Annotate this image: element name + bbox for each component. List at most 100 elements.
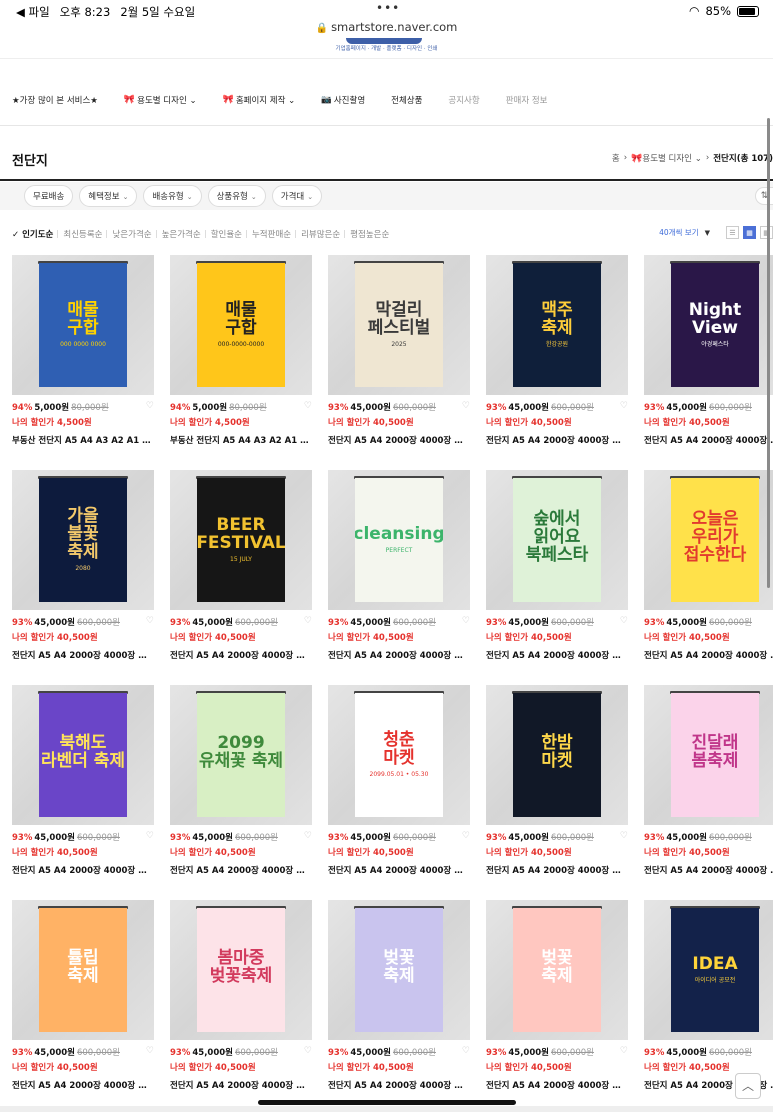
nav-item-popular[interactable]: ★가장 많이 본 서비스★ <box>12 94 98 106</box>
product-thumbnail[interactable]: 매물 구합 000 0000 0000 <box>12 255 154 395</box>
product-thumbnail[interactable]: 한밤 마켓 <box>486 685 628 825</box>
heart-icon[interactable]: ♡ <box>462 616 470 626</box>
sort-rating[interactable]: 평점높은순 <box>344 228 394 240</box>
heart-icon[interactable]: ♡ <box>462 1046 470 1056</box>
product-thumbnail[interactable]: 숲에서 읽어요 북페스타 <box>486 470 628 610</box>
heart-icon[interactable]: ♡ <box>146 1046 154 1056</box>
product-thumbnail[interactable]: 가을 불꽃 축제 2080 <box>12 470 154 610</box>
product-card[interactable]: 2099 유채꽃 축제 93% 45,000원 600,000원 ♡ 나의 할인가 40,… <box>170 685 312 876</box>
filter-settings-icon[interactable]: ⇅ <box>755 187 773 205</box>
home-indicator[interactable] <box>258 1100 516 1105</box>
product-card[interactable]: 매물 구합 000-0000-0000 94% 5,000원 80,000원 ♡ 나의 할인… <box>170 255 312 446</box>
page-scrollbar[interactable] <box>767 118 770 588</box>
per-page-caret-icon[interactable]: ▼ <box>705 229 710 237</box>
product-card[interactable]: 봄마중 벚꽃축제 93% 45,000원 600,000원 ♡ 나의 할인가 40,500… <box>170 900 312 1091</box>
product-card[interactable]: IDEA아이디어 공모전93%45,000원600,000원♡나의 할인가 40… <box>644 900 773 1091</box>
product-name[interactable]: 전단지 A5 A4 2000장 4000장 8000장 <box>486 1079 626 1091</box>
product-thumbnail[interactable]: 튤립 축제 <box>12 900 154 1040</box>
product-name[interactable]: 부동산 전단지 A5 A4 A3 A2 A1 포스터 <box>12 434 152 446</box>
product-card[interactable]: 청춘 마켓 2099.05.01 • 05.30 93% 45,000원 600,000… <box>328 685 470 876</box>
heart-icon[interactable]: ♡ <box>304 616 312 626</box>
store-logo[interactable]: 기업홈페이지 · 개발 · 플랫폼 · 디자인 · 인쇄 <box>0 38 773 56</box>
product-thumbnail[interactable]: 진달래 봄축제 <box>644 685 773 825</box>
heart-icon[interactable]: ♡ <box>146 831 154 841</box>
product-name[interactable]: 전단지 A5 A4 2000장 4000장 8000장 <box>644 864 773 876</box>
product-card[interactable]: 벚꽃 축제 93% 45,000원 600,000원 ♡ 나의 할인가 40,500원 전단… <box>486 900 628 1091</box>
product-name[interactable]: 전단지 A5 A4 2000장 4000장 8000장 <box>170 1079 310 1091</box>
product-card[interactable]: 한밤 마켓 93% 45,000원 600,000원 ♡ 나의 할인가 40,500원 전단… <box>486 685 628 876</box>
breadcrumb-home[interactable]: 홈 <box>612 152 620 164</box>
product-name[interactable]: 전단지 A5 A4 2000장 4000장 8000장 <box>486 864 626 876</box>
product-card[interactable]: 막걸리 페스티벌 2025 93% 45,000원 600,000원 ♡ 나의 할인가 40… <box>328 255 470 446</box>
sort-sales[interactable]: 누적판매순 <box>245 228 296 240</box>
filter-delivery-type[interactable]: 배송유형 ⌄ <box>143 185 202 207</box>
sort-low-price[interactable]: 낮은가격순 <box>106 228 156 240</box>
scroll-to-top-button[interactable]: ︿ <box>735 1073 761 1099</box>
per-page-select[interactable]: 40개씩 보기 <box>659 227 699 238</box>
heart-icon[interactable]: ♡ <box>146 401 154 411</box>
product-card[interactable]: BEER FESTIVAL 15 JULY 93% 45,000원 600,000원 ♡ 나… <box>170 470 312 661</box>
product-name[interactable]: 전단지 A5 A4 2000장 4000장 8000장 <box>12 1079 152 1091</box>
product-card[interactable]: 오늘은 우리가 접수한다 93%45,000원600,000원♡나의 할인가 40… <box>644 470 773 661</box>
product-name[interactable]: 전단지 A5 A4 2000장 4000장 8000장 <box>170 649 310 661</box>
heart-icon[interactable]: ♡ <box>620 1046 628 1056</box>
breadcrumb-category[interactable]: 🎀용도별 디자인 ⌄ <box>631 152 702 164</box>
filter-free-shipping[interactable]: 무료배송 <box>24 185 74 207</box>
heart-icon[interactable]: ♡ <box>462 831 470 841</box>
product-thumbnail[interactable]: 맥주 축제 한강공원 <box>486 255 628 395</box>
heart-icon[interactable]: ♡ <box>620 401 628 411</box>
product-name[interactable]: 부동산 전단지 A5 A4 A3 A2 A1 포스터 <box>170 434 310 446</box>
product-thumbnail[interactable]: 막걸리 페스티벌 2025 <box>328 255 470 395</box>
product-thumbnail[interactable]: 북해도 라벤더 축제 <box>12 685 154 825</box>
product-name[interactable]: 전단지 A5 A4 2000장 4000장 8000장 <box>328 864 468 876</box>
sort-popular[interactable]: ✓ 인기도순 <box>12 228 58 240</box>
product-card[interactable]: 벚꽃 축제 93% 45,000원 600,000원 ♡ 나의 할인가 40,500원 전단… <box>328 900 470 1091</box>
product-card[interactable]: Night View 야경페스타 93%45,000원600,000원♡나의 할인가… <box>644 255 773 446</box>
product-thumbnail[interactable]: 2099 유채꽃 축제 <box>170 685 312 825</box>
product-thumbnail[interactable]: 벚꽃 축제 <box>328 900 470 1040</box>
heart-icon[interactable]: ♡ <box>304 401 312 411</box>
product-name[interactable]: 전단지 A5 A4 2000장 4000장 8000장 <box>12 649 152 661</box>
multitask-dots[interactable]: ••• <box>376 1 400 15</box>
nav-item-homepage[interactable]: 🎀 홈페이지 제작 ⌄ <box>223 94 296 106</box>
product-name[interactable]: 전단지 A5 A4 2000장 4000장 8000장 <box>170 864 310 876</box>
product-name[interactable]: 전단지 A5 A4 2000장 4000장 8000장 <box>644 649 773 661</box>
product-thumbnail[interactable]: 매물 구합 000-0000-0000 <box>170 255 312 395</box>
product-thumbnail[interactable]: 청춘 마켓 2099.05.01 • 05.30 <box>328 685 470 825</box>
list-view-icon[interactable]: ☰ <box>726 226 739 239</box>
heart-icon[interactable]: ♡ <box>146 616 154 626</box>
sort-reviews[interactable]: 리뷰많은순 <box>295 228 345 240</box>
product-card[interactable]: 매물 구합 000 0000 0000 94% 5,000원 80,000원 ♡ 나의 할인… <box>12 255 154 446</box>
product-thumbnail[interactable]: Night View 야경페스타 <box>644 255 773 395</box>
heart-icon[interactable]: ♡ <box>620 616 628 626</box>
heart-icon[interactable]: ♡ <box>620 831 628 841</box>
product-name[interactable]: 전단지 A5 A4 2000장 4000장 8000장 <box>328 649 468 661</box>
sort-high-price[interactable]: 높은가격순 <box>155 228 206 240</box>
product-card[interactable]: 가을 불꽃 축제 2080 93% 45,000원 600,000원 ♡ 나의 할인가 40… <box>12 470 154 661</box>
product-name[interactable]: 전단지 A5 A4 2000장 4000장 8000장 <box>486 649 626 661</box>
back-to-files-link[interactable]: ◀ 파일 <box>16 4 50 20</box>
product-name[interactable]: 전단지 A5 A4 2000장 4000장 8000장 <box>12 864 152 876</box>
nav-item-design-by-use[interactable]: 🎀 용도별 디자인 ⌄ <box>124 94 197 106</box>
product-thumbnail[interactable]: cleansing PERFECT <box>328 470 470 610</box>
product-name[interactable]: 전단지 A5 A4 2000장 4000장 8000장 <box>328 434 468 446</box>
product-name[interactable]: 전단지 A5 A4 2000장 4000장 8000장 <box>328 1079 468 1091</box>
heart-icon[interactable]: ♡ <box>462 401 470 411</box>
product-name[interactable]: 전단지 A5 A4 2000장 4000장 8000장 <box>486 434 626 446</box>
nav-item-seller-info[interactable]: 판매자 정보 <box>506 94 548 106</box>
url-bar[interactable]: 🔒 smartstore.naver.com <box>0 20 773 38</box>
product-thumbnail[interactable]: 봄마중 벚꽃축제 <box>170 900 312 1040</box>
product-card[interactable]: cleansing PERFECT 93% 45,000원 600,000원 ♡ 나의 할인… <box>328 470 470 661</box>
filter-product-type[interactable]: 상품유형 ⌄ <box>207 185 266 207</box>
product-card[interactable]: 북해도 라벤더 축제 93% 45,000원 600,000원 ♡ 나의 할인가 40,5… <box>12 685 154 876</box>
product-name[interactable]: 전단지 A5 A4 2000장 4000장 8000장 <box>644 434 773 446</box>
sort-newest[interactable]: 최신등록순 <box>57 228 107 240</box>
product-thumbnail[interactable]: IDEA 아이디어 공모전 <box>644 900 773 1040</box>
heart-icon[interactable]: ♡ <box>304 1046 312 1056</box>
nav-item-photo[interactable]: 📷 사진촬영 <box>321 94 365 106</box>
product-thumbnail[interactable]: BEER FESTIVAL 15 JULY <box>170 470 312 610</box>
filter-benefits[interactable]: 혜택정보 ⌄ <box>79 185 138 207</box>
sort-discount[interactable]: 할인율순 <box>204 228 247 240</box>
product-card[interactable]: 숲에서 읽어요 북페스타 93% 45,000원 600,000원 ♡ 나의 할인가 40… <box>486 470 628 661</box>
product-thumbnail[interactable]: 벚꽃 축제 <box>486 900 628 1040</box>
